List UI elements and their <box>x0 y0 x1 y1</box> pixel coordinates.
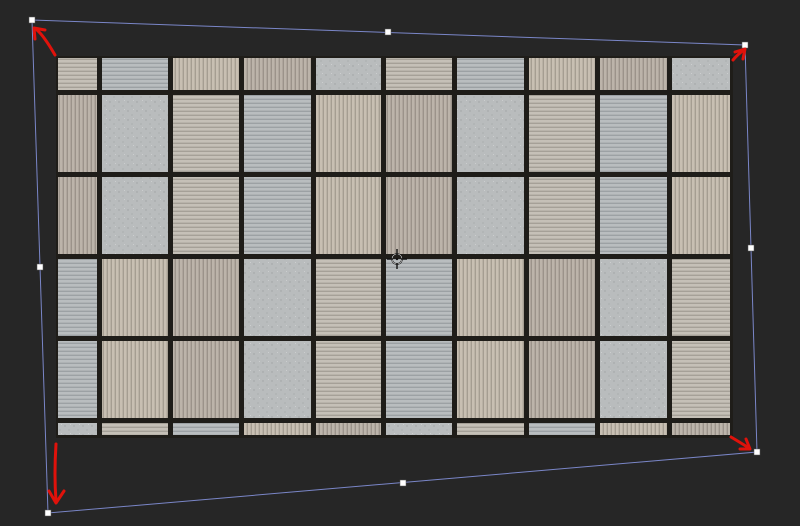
tile <box>672 58 730 90</box>
middle-left-handle[interactable] <box>36 263 44 271</box>
tile <box>386 95 452 172</box>
tile <box>386 259 452 336</box>
tile <box>244 423 311 435</box>
tile <box>173 95 239 172</box>
tile <box>173 177 239 254</box>
tile <box>457 423 524 435</box>
tile <box>58 341 97 418</box>
tile <box>457 259 524 336</box>
tile <box>316 259 381 336</box>
tile <box>173 341 239 418</box>
tile <box>529 341 595 418</box>
tile <box>102 58 168 90</box>
tile <box>102 341 168 418</box>
tile <box>386 423 452 435</box>
tile <box>244 95 311 172</box>
tile <box>173 259 239 336</box>
top-right-handle[interactable] <box>741 41 749 49</box>
tile <box>173 423 239 435</box>
bottom-middle-handle[interactable] <box>399 479 407 487</box>
tile <box>102 177 168 254</box>
top-left-arrow <box>35 28 57 57</box>
tile <box>600 423 667 435</box>
tile <box>58 177 97 254</box>
tile <box>316 423 381 435</box>
bottom-left-arrow <box>53 442 58 503</box>
tile <box>58 259 97 336</box>
tile <box>58 423 97 435</box>
tile <box>600 259 667 336</box>
editor-canvas[interactable] <box>0 0 800 526</box>
tile <box>600 341 667 418</box>
top-left-handle[interactable] <box>28 16 36 24</box>
top-middle-handle[interactable] <box>384 28 392 36</box>
tile <box>316 58 381 90</box>
tile <box>316 341 381 418</box>
tile <box>457 58 524 90</box>
tile <box>600 95 667 172</box>
canvas-svg <box>28 16 761 517</box>
tile <box>529 259 595 336</box>
tile <box>244 58 311 90</box>
tile <box>58 95 97 172</box>
middle-right-handle[interactable] <box>747 244 755 252</box>
tile <box>672 177 730 254</box>
tile <box>316 95 381 172</box>
tile-image-layer <box>56 56 733 438</box>
tile <box>529 95 595 172</box>
tile <box>672 423 730 435</box>
tile <box>672 341 730 418</box>
tile <box>244 177 311 254</box>
tile <box>457 177 524 254</box>
tile <box>672 259 730 336</box>
tile <box>529 423 595 435</box>
tile <box>386 341 452 418</box>
bottom-right-handle[interactable] <box>753 448 761 456</box>
tile <box>600 177 667 254</box>
tile <box>672 95 730 172</box>
tile <box>173 58 239 90</box>
tile <box>58 58 97 90</box>
bottom-left-handle[interactable] <box>44 509 52 517</box>
tile <box>457 95 524 172</box>
tile <box>600 58 667 90</box>
tile <box>529 58 595 90</box>
tile <box>457 341 524 418</box>
tile <box>386 177 452 254</box>
tile <box>102 423 168 435</box>
tile <box>316 177 381 254</box>
tile <box>244 259 311 336</box>
tile <box>386 58 452 90</box>
tile <box>102 259 168 336</box>
tile <box>102 95 168 172</box>
tile <box>529 177 595 254</box>
tile <box>244 341 311 418</box>
